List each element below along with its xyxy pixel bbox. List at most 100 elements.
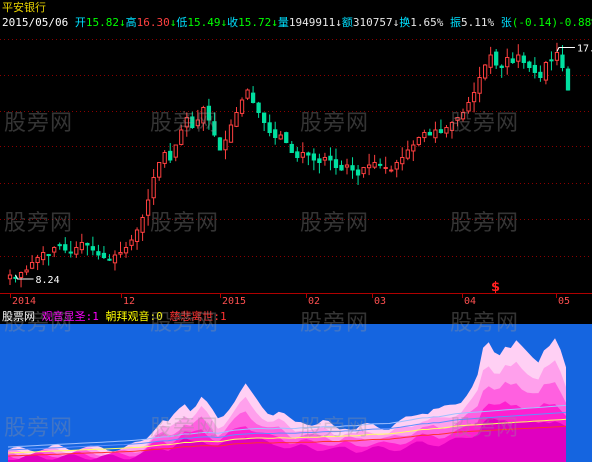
candle-up[interactable] xyxy=(123,247,129,254)
candle-up[interactable] xyxy=(405,149,410,159)
candle-down[interactable] xyxy=(549,59,554,62)
candle-up[interactable] xyxy=(41,252,46,261)
candle-down[interactable] xyxy=(295,151,300,158)
candle-up[interactable] xyxy=(477,77,482,94)
candle-up[interactable] xyxy=(134,229,140,242)
candle-up[interactable] xyxy=(488,54,493,68)
candle-up[interactable] xyxy=(322,157,328,161)
candle-up[interactable] xyxy=(7,274,13,280)
low-price-label: 8.24 xyxy=(36,275,60,286)
candle-up[interactable] xyxy=(372,162,377,168)
candle-up[interactable] xyxy=(361,167,366,175)
candle-up[interactable] xyxy=(79,242,84,251)
candle-up[interactable] xyxy=(411,144,416,152)
candle-up[interactable] xyxy=(416,137,421,146)
candle-down[interactable] xyxy=(538,71,543,79)
candle-up[interactable] xyxy=(129,239,134,246)
candle-up[interactable] xyxy=(245,89,250,99)
candle-up[interactable] xyxy=(140,217,145,233)
candle-down[interactable] xyxy=(427,131,433,136)
candle-up[interactable] xyxy=(234,112,239,127)
candle-up[interactable] xyxy=(278,134,283,140)
candle-up[interactable] xyxy=(471,92,477,103)
price-chart[interactable]: 17.50 8.24 $ xyxy=(0,0,592,293)
candle-up[interactable] xyxy=(52,247,57,253)
candle-down[interactable] xyxy=(57,244,62,247)
candle-up[interactable] xyxy=(24,269,29,273)
date-tick-label: 12 xyxy=(123,296,135,307)
candle-up[interactable] xyxy=(18,272,24,278)
candle-up[interactable] xyxy=(239,99,245,114)
candle-down[interactable] xyxy=(90,246,96,251)
candle-down[interactable] xyxy=(284,132,289,143)
candle-up[interactable] xyxy=(433,129,438,139)
amount-value: 310757 xyxy=(352,16,393,29)
candle-up[interactable] xyxy=(344,164,350,168)
candle-up[interactable] xyxy=(554,52,560,61)
candle-up[interactable] xyxy=(35,257,40,264)
candle-down[interactable] xyxy=(306,152,311,156)
candle-down[interactable] xyxy=(328,155,333,161)
candle-down[interactable] xyxy=(262,112,267,124)
candle-down[interactable] xyxy=(85,242,90,246)
change-pct: -0.88% xyxy=(558,16,592,29)
candle-up[interactable] xyxy=(157,162,162,178)
candle-up[interactable] xyxy=(223,139,228,151)
candle-down[interactable] xyxy=(46,254,51,257)
candle-down[interactable] xyxy=(317,158,322,164)
candle-down[interactable] xyxy=(107,258,112,261)
candle-up[interactable] xyxy=(74,247,79,255)
amplitude-label: 振 xyxy=(449,16,461,29)
candle-up[interactable] xyxy=(505,57,510,68)
candle-up[interactable] xyxy=(366,164,372,169)
candle-down[interactable] xyxy=(350,165,355,171)
candle-down[interactable] xyxy=(311,153,316,161)
candle-up[interactable] xyxy=(118,252,123,255)
candle-up[interactable] xyxy=(543,62,549,81)
candle-down[interactable] xyxy=(250,92,256,103)
candle-down[interactable] xyxy=(289,143,294,154)
candle-up[interactable] xyxy=(112,254,118,264)
candle-down[interactable] xyxy=(565,68,571,91)
candle-down[interactable] xyxy=(96,251,101,256)
candle-down[interactable] xyxy=(63,244,68,251)
watermark-text: 股旁网 xyxy=(300,311,370,336)
candle-up[interactable] xyxy=(173,144,178,158)
candle-up[interactable] xyxy=(300,152,305,158)
candle-up[interactable] xyxy=(151,177,156,199)
candle-up[interactable] xyxy=(162,152,167,164)
candle-down[interactable] xyxy=(510,58,515,64)
watermark-text: 股旁网 xyxy=(150,111,220,136)
candle-down[interactable] xyxy=(168,150,173,161)
candle-down[interactable] xyxy=(68,251,73,254)
candle-down[interactable] xyxy=(521,55,526,63)
candle-down[interactable] xyxy=(499,65,504,68)
candle-down[interactable] xyxy=(267,122,272,133)
candle-up[interactable] xyxy=(400,157,405,165)
candle-down[interactable] xyxy=(378,163,383,166)
candle-down[interactable] xyxy=(217,137,223,151)
candle-down[interactable] xyxy=(339,164,344,171)
candle-down[interactable] xyxy=(532,64,537,73)
candle-up[interactable] xyxy=(516,54,521,62)
candle-up[interactable] xyxy=(383,167,388,169)
low-callout-line xyxy=(15,274,34,280)
candle-down[interactable] xyxy=(273,129,278,139)
candle-down[interactable] xyxy=(438,129,444,134)
watermark-text: 股旁网 xyxy=(4,211,74,236)
candle-up[interactable] xyxy=(389,169,394,172)
candle-down[interactable] xyxy=(527,61,532,69)
candle-up[interactable] xyxy=(29,262,35,269)
candle-up[interactable] xyxy=(228,124,234,143)
candle-up[interactable] xyxy=(482,64,488,79)
candle-down[interactable] xyxy=(560,54,565,68)
candle-up[interactable] xyxy=(422,132,427,139)
candle-down[interactable] xyxy=(101,252,107,258)
candle-up[interactable] xyxy=(394,162,399,170)
candle-down[interactable] xyxy=(494,51,499,66)
volume-value: 1949911 xyxy=(288,16,336,29)
candle-down[interactable] xyxy=(355,169,361,176)
candle-down[interactable] xyxy=(333,159,339,169)
candle-down[interactable] xyxy=(256,102,261,114)
candle-up[interactable] xyxy=(444,127,449,134)
